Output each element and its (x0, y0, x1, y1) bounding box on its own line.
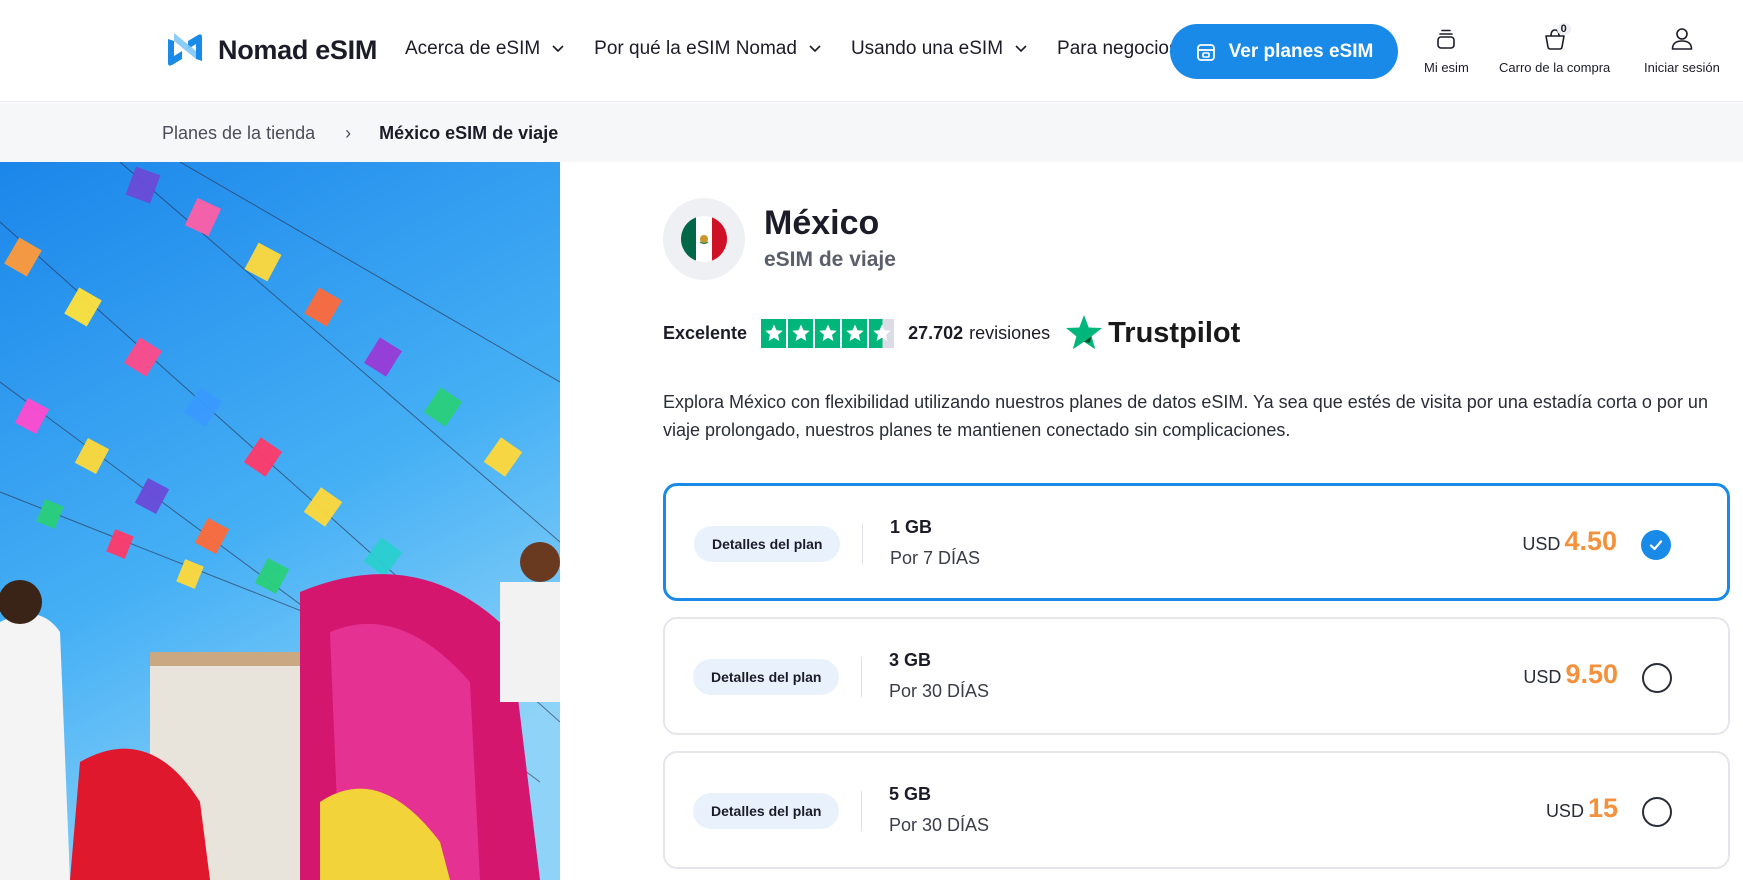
plan-currency: USD (1523, 667, 1562, 687)
rating-stars (761, 318, 895, 348)
nomad-logo-icon (168, 33, 202, 66)
nav-item-label: Para negocios (1057, 38, 1179, 59)
main-nav: Acerca de eSIM Por qué la eSIM Nomad Usa… (405, 38, 1209, 60)
nav-item-label: Por qué la eSIM Nomad (594, 38, 797, 59)
nav-item-label: Usando una eSIM (850, 38, 1004, 59)
star-icon (788, 318, 814, 348)
plan-details-button[interactable]: Detalles del plan (694, 526, 841, 562)
hero-image (0, 162, 560, 880)
plan-details-button[interactable]: Detalles del plan (693, 793, 840, 829)
chevron-down-icon (552, 45, 564, 53)
plan-duration: Por 30 DÍAS (889, 681, 990, 701)
chevron-down-icon (1015, 45, 1027, 53)
plan-amount: 4.50 (1564, 526, 1617, 556)
check-icon (1649, 540, 1663, 551)
product-description: Explora México con flexibilidad utilizan… (663, 392, 1708, 440)
site-header: Nomad eSIM Acerca de eSIM Por qué la eSI… (0, 0, 1743, 102)
plan-data-amount: 3 GB (889, 650, 932, 670)
breadcrumb-current: México eSIM de viaje (379, 123, 559, 143)
star-icon (815, 318, 841, 348)
user-icon (1671, 28, 1693, 50)
star-half-icon (869, 318, 895, 348)
login-label: Iniciar sesión (1644, 60, 1720, 75)
festival-photo-illustration (0, 162, 560, 880)
country-flag-badge (663, 198, 745, 280)
breadcrumb: Planes de la tienda › México eSIM de via… (162, 123, 558, 144)
cart-label: Carro de la compra (1499, 60, 1611, 75)
plan-duration: Por 7 DÍAS (890, 548, 981, 568)
my-esim-link[interactable]: Mi esim (1424, 26, 1469, 75)
sim-stack-icon (1437, 29, 1456, 49)
plan-card[interactable]: Detalles del plan 3 GB Por 30 DÍAS USD 9… (663, 617, 1730, 735)
trustpilot-logo: Trustpilot (1064, 313, 1240, 353)
nav-item-why-nomad[interactable]: Por qué la eSIM Nomad (594, 38, 821, 60)
flag-stripe-red (711, 216, 727, 262)
cart-link[interactable]: 0 Carro de la compra (1499, 23, 1611, 75)
star-icon (842, 318, 868, 348)
plan-price: USD 4.50 (1522, 526, 1617, 557)
trustpilot-star-icon (1066, 315, 1103, 350)
view-esim-plans-button[interactable]: Ver planes eSIM (1170, 24, 1398, 79)
breadcrumb-bar: Planes de la tienda › México eSIM de via… (0, 103, 1743, 162)
login-link[interactable]: Iniciar sesión (1644, 26, 1720, 75)
cta-label: Ver planes eSIM (1228, 40, 1374, 62)
plan-data-amount: 5 GB (889, 784, 932, 804)
plan-price: USD 15 (1546, 793, 1618, 824)
plan-amount: 15 (1587, 793, 1618, 823)
star-icon (761, 318, 787, 348)
mexico-flag-icon (681, 216, 727, 262)
plan-duration: Por 30 DÍAS (889, 815, 990, 835)
plan-card[interactable]: Detalles del plan 1 GB Por 7 DÍAS USD 4.… (663, 483, 1730, 601)
plan-radio[interactable] (1642, 797, 1672, 827)
my-esim-label: Mi esim (1424, 60, 1469, 75)
plan-currency: USD (1545, 801, 1584, 821)
logo[interactable]: Nomad eSIM (162, 29, 377, 71)
cart-count-badge: 0 (1556, 23, 1571, 35)
plan-radio[interactable] (1642, 663, 1672, 693)
nav-item-using-esim[interactable]: Usando una eSIM (851, 38, 1027, 60)
plan-details-button[interactable]: Detalles del plan (693, 659, 840, 695)
rating-word: Excelente (663, 322, 748, 343)
brand-name: Nomad eSIM (218, 34, 378, 65)
breadcrumb-separator-icon: › (345, 123, 352, 143)
trustpilot-name: Trustpilot (1108, 316, 1241, 349)
trustpilot-rating[interactable]: Excelente 27.702 revisiones Trustpilot (663, 313, 1240, 353)
plan-card[interactable]: Detalles del plan 5 GB Por 30 DÍAS USD 1… (663, 751, 1730, 869)
plan-radio-selected[interactable] (1641, 530, 1671, 560)
flag-stripe-green (681, 216, 697, 262)
plan-currency: USD (1522, 534, 1561, 554)
plan-divider (862, 524, 863, 564)
nav-item-label: Acerca de eSIM (405, 38, 541, 59)
plan-price: USD 9.50 (1523, 659, 1618, 690)
store-icon (1196, 43, 1215, 61)
coat-of-arms-icon (699, 235, 709, 245)
plan-data-amount: 1 GB (890, 517, 933, 537)
plan-divider (861, 657, 862, 697)
review-label: revisiones (969, 322, 1051, 343)
chevron-down-icon (809, 45, 821, 53)
breadcrumb-store-plans[interactable]: Planes de la tienda (162, 123, 315, 144)
page-title: México (764, 204, 880, 242)
nav-item-business[interactable]: Para negocios (1057, 38, 1178, 60)
plan-divider (861, 791, 862, 831)
plan-amount: 9.50 (1565, 659, 1618, 689)
nav-item-about-esim[interactable]: Acerca de eSIM (405, 38, 564, 60)
review-count: 27.702 (908, 322, 964, 343)
page-subtitle: eSIM de viaje (764, 248, 896, 271)
